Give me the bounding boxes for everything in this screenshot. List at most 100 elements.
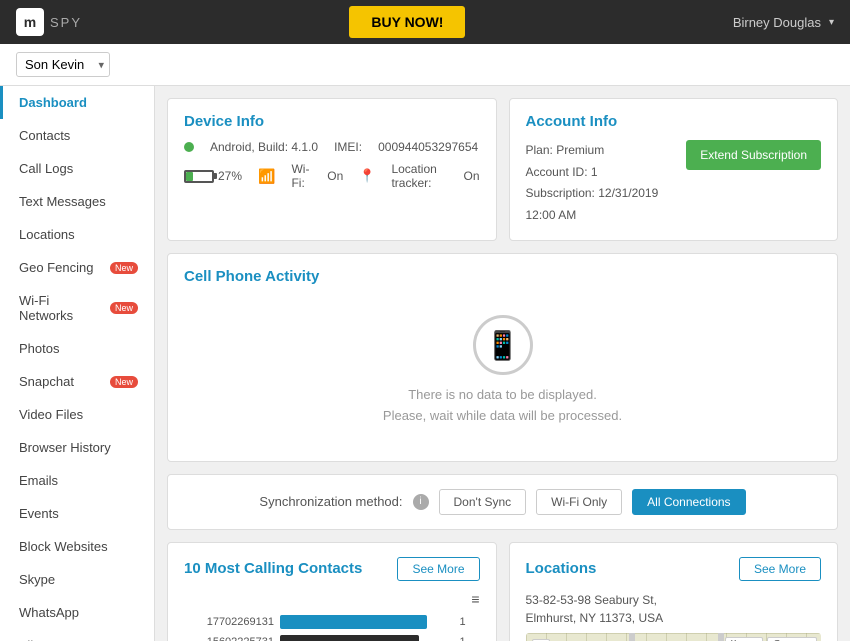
chart-row: 156022257311	[184, 635, 480, 641]
chart-bars: 177022691311156022257311197968718161	[184, 615, 480, 641]
sidebar-item-whatsapp[interactable]: WhatsApp	[0, 596, 154, 629]
chart-row: 177022691311	[184, 615, 480, 629]
user-name: Birney Douglas	[733, 15, 821, 30]
sidebar-item-label: Text Messages	[19, 194, 106, 209]
cell-activity-title: Cell Phone Activity	[184, 268, 821, 285]
new-badge: New	[110, 302, 138, 314]
account-details: Plan: Premium Account ID: 1 Subscription…	[526, 140, 687, 226]
main-content: Device Info Android, Build: 4.1.0 IMEI: …	[155, 86, 850, 641]
chart-bar-container	[280, 635, 454, 641]
activity-empty-state: 📱 There is no data to be displayed. Plea…	[184, 295, 821, 447]
battery-visual	[184, 170, 214, 183]
sidebar-item-label: Block Websites	[19, 539, 108, 554]
sidebar-item-label: Wi-Fi Networks	[19, 293, 104, 323]
locations-header: Locations See More	[526, 557, 822, 581]
sidebar-item-label: Photos	[19, 341, 59, 356]
phone-empty-icon: 📱	[473, 315, 533, 375]
sidebar-item-label: Browser History	[19, 440, 111, 455]
chevron-down-icon: ▾	[829, 17, 834, 28]
address-line2: Elmhurst, NY 11373, USA	[526, 611, 664, 625]
account-id-row: Account ID: 1	[526, 162, 687, 184]
app-header: m SPY BUY NOW! Birney Douglas ▾	[0, 0, 850, 44]
device-wifi-label: Wi-Fi:	[291, 162, 311, 190]
map-label-row: Карта Спутник	[725, 637, 817, 641]
device-os-row: Android, Build: 4.1.0 IMEI: 000944053297…	[184, 140, 480, 154]
sidebar-item-skype[interactable]: Skype	[0, 563, 154, 596]
bottom-row: 10 Most Calling Contacts See More ≡ 1770…	[167, 542, 838, 641]
subscription-row: Subscription: 12/31/2019 12:00 AM	[526, 183, 687, 226]
wifi-only-button[interactable]: Wi-Fi Only	[536, 489, 622, 515]
logo-icon: m	[16, 8, 44, 36]
sidebar-item-text-messages[interactable]: Text Messages	[0, 185, 154, 218]
location-address: 53-82-53-98 Seabury St, Elmhurst, NY 113…	[526, 591, 822, 627]
new-badge: New	[110, 376, 138, 388]
sidebar-item-snapchat[interactable]: Snapchat New	[0, 365, 154, 398]
chart-menu-icon[interactable]: ≡	[184, 591, 480, 607]
sidebar-item-label: Geo Fencing	[19, 260, 93, 275]
user-select-wrap[interactable]: Son Kevin	[16, 52, 110, 77]
sidebar-item-contacts[interactable]: Contacts	[0, 119, 154, 152]
locations-card: Locations See More 53-82-53-98 Seabury S…	[509, 542, 839, 641]
sidebar-item-label: Dashboard	[19, 95, 87, 110]
sidebar-item-geo-fencing[interactable]: Geo FencingNew	[0, 251, 154, 284]
battery-pct: 27%	[218, 169, 242, 183]
device-status-row: 27% 📶 Wi-Fi: On 📍 Location tracker: On	[184, 162, 480, 190]
sidebar-item-dashboard[interactable]: Dashboard	[0, 86, 154, 119]
sidebar-item-wi-fi-networks[interactable]: Wi-Fi Networks New	[0, 284, 154, 332]
sidebar-item-label: Locations	[19, 227, 75, 242]
no-data-line1: There is no data to be displayed.	[408, 385, 597, 406]
device-imei-label: IMEI:	[334, 140, 362, 154]
sidebar-item-events[interactable]: Events	[0, 497, 154, 530]
chart-bar	[280, 615, 427, 629]
device-os: Android, Build: 4.1.0	[210, 140, 318, 154]
sidebar-item-label: Skype	[19, 572, 55, 587]
sidebar-item-locations[interactable]: Locations	[0, 218, 154, 251]
logo-spy-text: SPY	[50, 15, 82, 30]
map-label-karta[interactable]: Карта	[725, 637, 764, 641]
account-id-label: Account ID:	[526, 165, 588, 179]
no-data-line2: Please, wait while data will be processe…	[383, 406, 622, 427]
calling-contacts-see-more[interactable]: See More	[397, 557, 479, 581]
account-plan: Plan: Premium	[526, 140, 687, 162]
account-info-card: Account Info Plan: Premium Account ID: 1…	[509, 98, 839, 241]
all-connections-button[interactable]: All Connections	[632, 489, 745, 515]
map-label-sputnik[interactable]: Спутник	[767, 637, 817, 641]
plan-value: Premium	[556, 143, 604, 157]
sidebar-item-label: Snapchat	[19, 374, 74, 389]
buy-now-button[interactable]: BUY NOW!	[349, 6, 465, 38]
sidebar-item-call-logs[interactable]: Call Logs	[0, 152, 154, 185]
account-info-title: Account Info	[526, 113, 822, 130]
wifi-icon: 📶	[258, 168, 275, 185]
user-select[interactable]: Son Kevin	[16, 52, 110, 77]
sidebar-item-label: Emails	[19, 473, 58, 488]
device-location-label: Location tracker:	[391, 162, 447, 190]
battery-indicator: 27%	[184, 169, 242, 183]
device-info-card: Device Info Android, Build: 4.1.0 IMEI: …	[167, 98, 497, 241]
sidebar-item-label: Video Files	[19, 407, 83, 422]
sync-info-icon[interactable]: i	[413, 494, 429, 510]
plan-label: Plan:	[526, 143, 553, 157]
top-cards-row: Device Info Android, Build: 4.1.0 IMEI: …	[167, 98, 838, 241]
sidebar-item-video-files[interactable]: Video Files	[0, 398, 154, 431]
sidebar-item-browser-history[interactable]: Browser History	[0, 431, 154, 464]
sidebar-item-label: Contacts	[19, 128, 70, 143]
user-menu[interactable]: Birney Douglas ▾	[733, 15, 834, 30]
sidebar-item-label: Events	[19, 506, 59, 521]
chart-row-count: 1	[460, 616, 480, 628]
locations-see-more[interactable]: See More	[739, 557, 821, 581]
calling-contacts-card: 10 Most Calling Contacts See More ≡ 1770…	[167, 542, 497, 641]
sidebar-item-block-websites[interactable]: Block Websites	[0, 530, 154, 563]
sidebar-item-photos[interactable]: Photos	[0, 332, 154, 365]
android-dot-icon	[184, 142, 194, 152]
account-info-row: Plan: Premium Account ID: 1 Subscription…	[526, 140, 822, 226]
sidebar-item-viber[interactable]: Viber	[0, 629, 154, 641]
dont-sync-button[interactable]: Don't Sync	[439, 489, 527, 515]
subscription-label: Subscription:	[526, 186, 595, 200]
device-location-status: On	[463, 169, 479, 183]
sidebar-item-emails[interactable]: Emails	[0, 464, 154, 497]
extend-subscription-button[interactable]: Extend Subscription	[686, 140, 821, 170]
sync-card: Synchronization method: i Don't Sync Wi-…	[167, 474, 838, 530]
device-info-title: Device Info	[184, 113, 480, 130]
chart-bar	[280, 635, 419, 641]
cell-activity-card: Cell Phone Activity 📱 There is no data t…	[167, 253, 838, 462]
